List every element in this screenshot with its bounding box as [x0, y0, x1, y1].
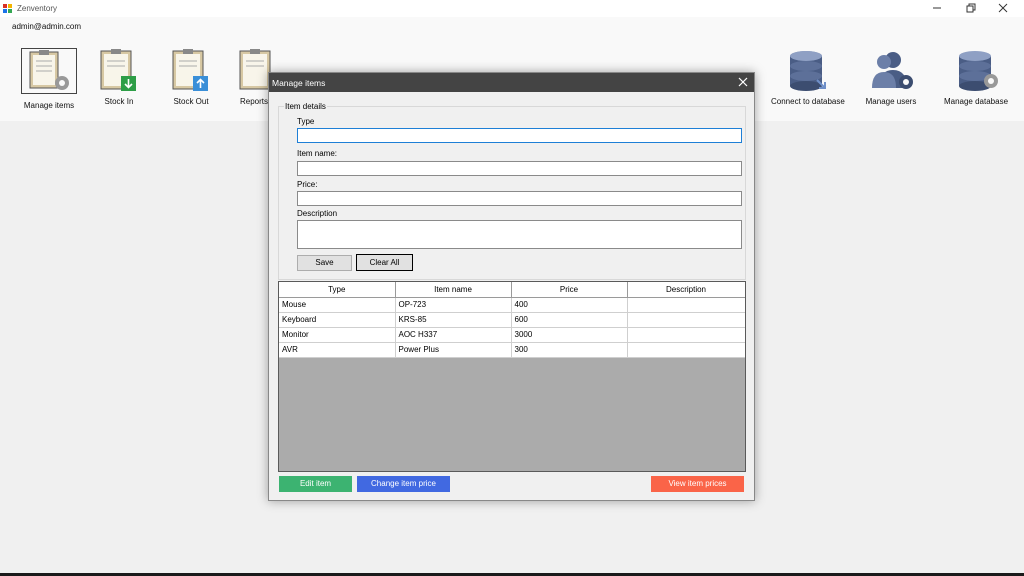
cell-price[interactable]: 400	[510, 296, 628, 313]
stock-in-tool[interactable]: Stock In	[91, 48, 147, 106]
change-item-price-button[interactable]: Change item price	[357, 476, 450, 492]
table-row[interactable]: AVR Power Plus 300	[279, 341, 745, 358]
table-row[interactable]: Monitor AOC H337 3000	[279, 326, 745, 343]
item-name-label: Item name:	[297, 149, 338, 158]
cell-type[interactable]: Monitor	[279, 326, 396, 343]
save-button[interactable]: Save	[297, 255, 352, 271]
database-connect-icon	[779, 48, 835, 94]
table-row[interactable]: Keyboard KRS-85 600	[279, 311, 745, 328]
type-label: Type	[297, 117, 315, 126]
clipboard-arrow-up-icon	[163, 48, 219, 94]
restore-button[interactable]	[956, 0, 986, 17]
minimize-button[interactable]	[922, 0, 952, 17]
clear-all-button[interactable]: Clear All	[356, 254, 413, 271]
restore-icon	[966, 3, 976, 13]
dialog-title-bar: Manage items	[269, 73, 754, 92]
database-gear-icon	[948, 48, 1004, 94]
price-input[interactable]	[297, 191, 742, 206]
window-title: Zenventory	[17, 4, 58, 13]
clipboard-arrow-down-icon	[91, 48, 147, 94]
price-label: Price:	[297, 180, 318, 189]
close-window-button[interactable]	[988, 0, 1018, 17]
cell-item-name[interactable]: Power Plus	[394, 341, 512, 358]
items-table: Type Item name Price Description Mouse O…	[279, 282, 745, 358]
manage-items-dialog: Manage items Item details Type Item name…	[268, 72, 755, 501]
table-header-row: Type Item name Price Description	[279, 282, 745, 298]
item-name-input[interactable]	[297, 161, 742, 176]
app-icon	[3, 4, 12, 13]
window-title-bar: Zenventory	[0, 0, 1024, 17]
manage-database-tool[interactable]: Manage database	[943, 48, 1009, 106]
users-gear-icon	[863, 48, 919, 94]
close-icon	[998, 3, 1008, 13]
cell-type[interactable]: Keyboard	[279, 311, 396, 328]
minimize-icon	[933, 7, 941, 9]
cell-price[interactable]: 600	[510, 311, 628, 328]
cell-description[interactable]	[626, 326, 745, 343]
column-header-price[interactable]: Price	[510, 282, 628, 298]
cell-type[interactable]: AVR	[279, 341, 396, 358]
logged-in-user: admin@admin.com	[12, 22, 82, 31]
column-header-type[interactable]: Type	[279, 282, 396, 298]
items-grid[interactable]: Type Item name Price Description Mouse O…	[278, 281, 746, 472]
cell-description[interactable]	[626, 311, 745, 328]
column-header-item-name[interactable]: Item name	[394, 282, 512, 298]
manage-users-tool[interactable]: Manage users	[862, 48, 920, 106]
cell-price[interactable]: 3000	[510, 326, 628, 343]
edit-item-button[interactable]: Edit item	[279, 476, 352, 492]
stock-out-tool[interactable]: Stock Out	[163, 48, 219, 106]
manage-users-label: Manage users	[865, 97, 917, 106]
cell-type[interactable]: Mouse	[279, 296, 396, 313]
cell-item-name[interactable]: OP-723	[394, 296, 512, 313]
manage-items-tool[interactable]: Manage items	[21, 48, 77, 110]
column-header-description[interactable]: Description	[626, 282, 745, 298]
item-details-legend: Item details	[284, 102, 327, 111]
dialog-title: Manage items	[272, 78, 326, 88]
close-icon[interactable]	[738, 77, 748, 87]
description-label: Description	[297, 209, 338, 218]
cell-price[interactable]: 300	[510, 341, 628, 358]
description-input[interactable]	[297, 220, 742, 249]
connect-database-label: Connect to database	[771, 97, 845, 106]
view-item-prices-button[interactable]: View item prices	[651, 476, 744, 492]
connect-database-tool[interactable]: Connect to database	[771, 48, 845, 106]
item-details-group: Item details Type Item name: Price: Desc…	[278, 102, 746, 280]
clipboard-gear-icon	[21, 48, 77, 94]
cell-item-name[interactable]: KRS-85	[394, 311, 512, 328]
type-input[interactable]	[297, 128, 742, 143]
table-row[interactable]: Mouse OP-723 400	[279, 296, 745, 313]
cell-description[interactable]	[626, 296, 745, 313]
manage-database-label: Manage database	[943, 97, 1009, 106]
stock-in-label: Stock In	[104, 97, 134, 106]
cell-item-name[interactable]: AOC H337	[394, 326, 512, 343]
manage-items-label: Manage items	[23, 101, 75, 110]
stock-out-label: Stock Out	[173, 97, 209, 106]
cell-description[interactable]	[626, 341, 745, 358]
